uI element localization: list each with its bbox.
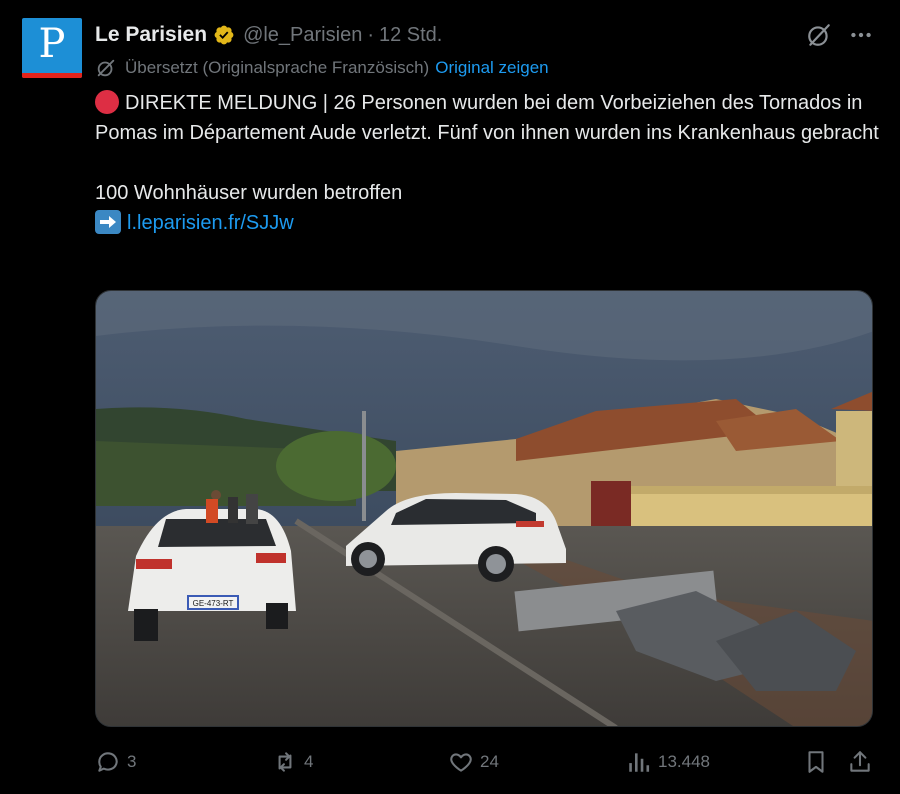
like-button[interactable]: 24 [448,745,499,779]
translation-bar: Übersetzt (Originalsprache Französisch) … [95,57,549,79]
author-name[interactable]: Le Parisien [95,23,207,47]
share-button[interactable] [847,745,879,779]
avatar[interactable]: P [22,18,82,78]
post-time[interactable]: 12 Std. [379,24,442,47]
translate-icon [97,59,115,77]
share-icon [850,751,870,772]
like-count: 24 [480,752,499,771]
separator-dot: · [367,23,374,46]
article-link[interactable]: l.leparisien.fr/SJJw [127,212,294,234]
author-handle[interactable]: @le_Parisien [243,24,362,47]
grok-icon[interactable] [806,22,832,48]
red-circle-icon [95,90,119,114]
repost-button[interactable]: 4 [272,745,313,779]
reply-button[interactable]: 3 [95,745,136,779]
reply-count: 3 [127,752,137,771]
right-arrow-icon [95,210,121,234]
avatar-letter: P [38,21,66,67]
license-plate: GE-473-RT [193,599,234,608]
views-button[interactable]: 13.448 [626,745,710,779]
translation-note: Übersetzt (Originalsprache Französisch) [125,58,430,77]
reply-icon [98,752,118,772]
verified-badge-icon[interactable] [213,24,235,46]
tweet-header: Le Parisien @le_Parisien · 12 Std. [95,22,442,48]
repost-icon [278,752,292,772]
tweet-photo[interactable]: GE-473-RT [95,290,873,727]
storm-damage-photo: GE-473-RT [96,291,872,726]
show-original-link[interactable]: Original zeigen [435,58,548,78]
action-bar: 3 4 24 13.448 [0,745,900,779]
more-options-icon[interactable] [848,22,874,48]
tweet-text: DIREKTE MELDUNG | 26 Personen wurden bei… [95,88,885,238]
views-count: 13.448 [658,752,710,771]
bookmark-icon [808,751,824,773]
heart-icon [450,753,472,772]
bookmark-button[interactable] [803,745,835,779]
repost-count: 4 [304,752,314,771]
tweet-line-1: DIREKTE MELDUNG | 26 Personen wurden bei… [95,92,879,144]
tweet-line-2: 100 Wohnhäuser wurden betroffen [95,182,403,204]
avatar-stripe [22,73,82,78]
views-bar-chart-icon [629,753,650,772]
